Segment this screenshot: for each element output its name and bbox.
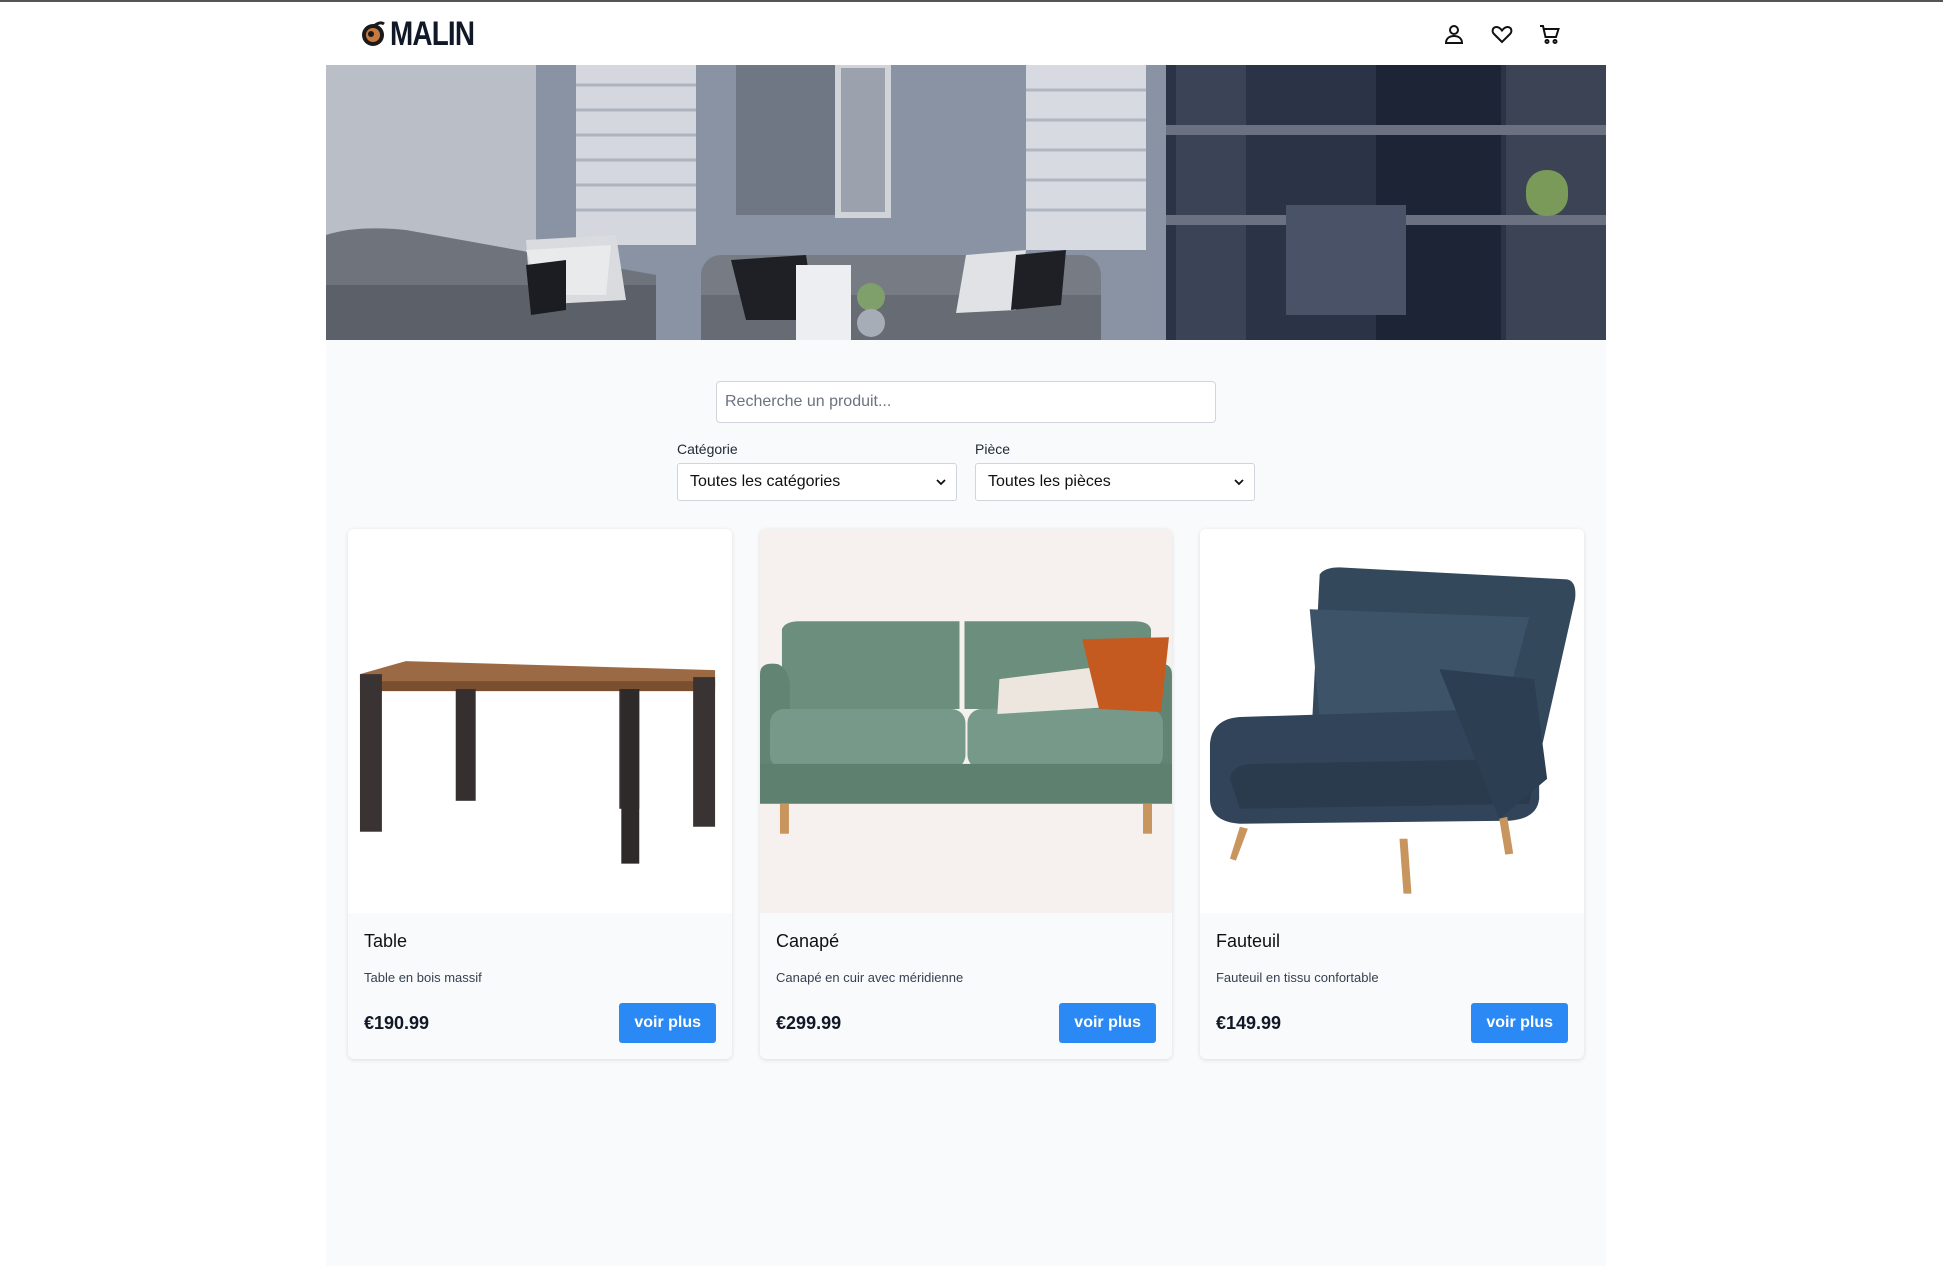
category-filter: Catégorie Toutes les catégories xyxy=(677,441,957,501)
cart-icon[interactable] xyxy=(1538,22,1562,46)
site-header: MALIN xyxy=(326,2,1606,65)
room-filter: Pièce Toutes les pièces xyxy=(975,441,1255,501)
product-image-armchair[interactable] xyxy=(1199,529,1585,913)
product-price: €149.99 xyxy=(1215,1012,1282,1033)
product-price: €299.99 xyxy=(776,1012,842,1033)
category-label: Catégorie xyxy=(677,441,738,457)
product-card-body: Canapé Canapé en cuir avec méridienne €2… xyxy=(760,913,1172,1059)
product-card[interactable]: Canapé Canapé en cuir avec méridienne €2… xyxy=(760,529,1172,1059)
search-container xyxy=(326,381,1606,423)
brand-logo[interactable]: MALIN xyxy=(360,17,493,51)
sofa-illustration xyxy=(760,529,1172,913)
product-card[interactable]: Fauteuil Fauteuil en tissu confortable €… xyxy=(1199,529,1585,1059)
filters: Catégorie Toutes les catégories Pièce To… xyxy=(326,441,1606,501)
product-name: Table xyxy=(364,931,408,951)
product-image-table[interactable] xyxy=(348,529,733,913)
room-select[interactable]: Toutes les pièces xyxy=(975,463,1255,501)
brand-name: MALIN xyxy=(390,14,475,53)
header-actions xyxy=(1442,22,1562,46)
product-card-body: Fauteuil Fauteuil en tissu confortable €… xyxy=(1200,913,1584,1059)
logo-mark-icon xyxy=(362,20,385,46)
page: MALIN Recherche un produit... Catégorie … xyxy=(326,2,1606,1266)
product-card[interactable]: Table Table en bois massif €190.99 voir … xyxy=(348,529,733,1059)
room-select-value: Toutes les pièces xyxy=(988,473,1111,490)
product-card-footer: €149.99 voir plus xyxy=(1215,1003,1569,1043)
product-image-sofa[interactable] xyxy=(760,529,1172,913)
hero-banner-image xyxy=(326,65,1606,340)
product-card-footer: €299.99 voir plus xyxy=(776,1003,1156,1043)
user-icon[interactable] xyxy=(1442,22,1466,46)
product-name: Fauteuil xyxy=(1215,931,1281,951)
chevron-down-icon xyxy=(1234,479,1244,486)
voir-plus-button[interactable]: voir plus xyxy=(1471,1003,1569,1043)
product-card-body: Table Table en bois massif €190.99 voir … xyxy=(348,913,732,1059)
category-select[interactable]: Toutes les catégories xyxy=(677,463,957,501)
room-label: Pièce xyxy=(975,441,1011,457)
product-card-footer: €190.99 voir plus xyxy=(364,1003,717,1043)
product-description: Canapé en cuir avec méridienne xyxy=(776,970,964,985)
table-illustration xyxy=(359,661,716,864)
product-grid: Table Table en bois massif €190.99 voir … xyxy=(326,529,1606,1059)
category-select-value: Toutes les catégories xyxy=(690,473,841,490)
living-room-illustration xyxy=(326,65,1606,340)
product-description: Table en bois massif xyxy=(364,970,482,985)
product-description: Fauteuil en tissu confortable xyxy=(1215,970,1379,985)
search-input[interactable] xyxy=(716,381,1216,423)
chevron-down-icon xyxy=(936,479,946,486)
product-price: €190.99 xyxy=(364,1012,430,1033)
voir-plus-button[interactable]: voir plus xyxy=(619,1003,717,1043)
product-name: Canapé xyxy=(776,931,840,951)
voir-plus-button[interactable]: voir plus xyxy=(1059,1003,1156,1043)
heart-icon[interactable] xyxy=(1490,22,1514,46)
armchair-illustration xyxy=(1209,567,1576,894)
